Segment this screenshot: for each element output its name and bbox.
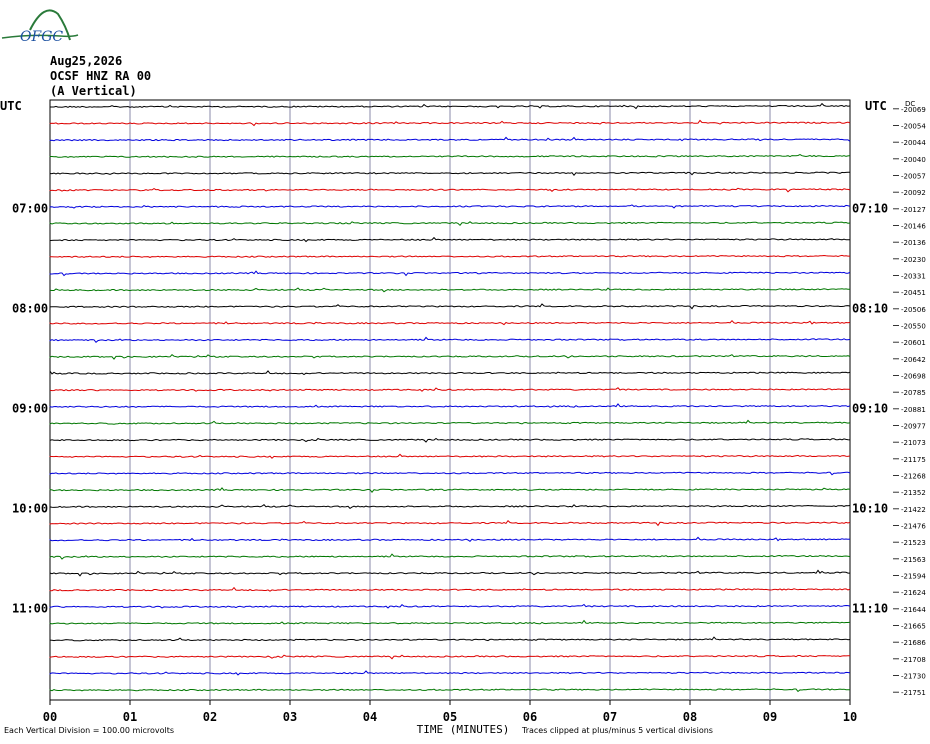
dc-value-label: -21594: [901, 573, 926, 581]
right-hour-label: 10:10: [852, 501, 888, 515]
x-tick-label: 10: [843, 710, 857, 724]
x-tick-label: 06: [523, 710, 537, 724]
helicorder-plot: 00 01 02 03 04 05 06 07 08 09 10 TIME (MINUTES) UTC U…: [0, 99, 926, 736]
right-hour-label: 11:10: [852, 601, 888, 615]
dc-value-label: -20054: [901, 123, 926, 131]
dc-value-label: -21073: [901, 439, 926, 447]
dc-value-label: -21175: [901, 456, 926, 464]
dc-value-label: -21730: [901, 673, 926, 681]
left-hour-label: 11:00: [12, 601, 48, 615]
clip-note: Traces clipped at plus/minus 5 vertical …: [522, 726, 713, 735]
dc-value-label: -20506: [901, 306, 926, 314]
dc-value-label: -21624: [901, 589, 926, 597]
left-hour-label: 09:00: [12, 401, 48, 415]
dc-value-label: -20127: [901, 206, 926, 214]
dc-value-label: -20785: [901, 389, 926, 397]
dc-value-label: -21751: [901, 689, 926, 697]
scale-note: Each Vertical Division = 100.00 microvol…: [4, 726, 175, 735]
right-hour-label: 07:10: [852, 201, 888, 215]
dc-value-label: -20977: [901, 423, 926, 431]
dc-value-label: -20057: [901, 173, 926, 181]
x-axis-label: TIME (MINUTES): [417, 723, 510, 736]
dc-value-label: -20698: [901, 373, 926, 381]
x-tick-label: 08: [683, 710, 697, 724]
dc-value-label: -20146: [901, 223, 926, 231]
left-timezone-label: UTC: [0, 99, 22, 113]
x-tick-label: 05: [443, 710, 457, 724]
dc-value-label: -20331: [901, 273, 926, 281]
dc-value-label: -20092: [901, 189, 926, 197]
x-tick-label: 09: [763, 710, 777, 724]
dc-value-label: -21563: [901, 556, 926, 564]
dc-value-label: -20550: [901, 323, 926, 331]
dc-value-label: -20040: [901, 156, 926, 164]
dc-value-label: -20881: [901, 406, 926, 414]
dc-value-label: -21476: [901, 523, 926, 531]
left-hour-label: 07:00: [12, 201, 48, 215]
plot-grid: [49, 99, 851, 705]
dc-value-label: -21665: [901, 623, 926, 631]
x-tick-label: 01: [123, 710, 137, 724]
left-hour-label: 08:00: [12, 301, 48, 315]
dc-value-label: -21352: [901, 489, 926, 497]
left-hour-label: 10:00: [12, 501, 48, 515]
dc-value-label: -20642: [901, 356, 926, 364]
dc-value-label: -21644: [901, 606, 926, 614]
x-tick-label: 03: [283, 710, 297, 724]
dc-value-label: -21708: [901, 656, 926, 664]
dc-value-label: -21686: [901, 639, 926, 647]
dc-value-label: -21523: [901, 539, 926, 547]
dc-value-label: -21422: [901, 506, 926, 514]
dc-value-label: -20451: [901, 289, 926, 297]
x-tick-label: 02: [203, 710, 217, 724]
axis-labels: 00 01 02 03 04 05 06 07 08 09 10 TIME (MINUTES) UTC U…: [0, 99, 926, 736]
dc-value-label: -20601: [901, 339, 926, 347]
right-hour-label: 09:10: [852, 401, 888, 415]
dc-value-label: -21268: [901, 473, 926, 481]
dc-value-label: -20044: [901, 139, 926, 147]
x-tick-label: 04: [363, 710, 377, 724]
dc-value-label: -20069: [901, 106, 926, 114]
dc-value-label: -20136: [901, 239, 926, 247]
dc-value-label: -20230: [901, 256, 926, 264]
right-timezone-label: UTC: [865, 99, 887, 113]
right-hour-label: 08:10: [852, 301, 888, 315]
x-tick-label: 00: [43, 710, 57, 724]
x-tick-label: 07: [603, 710, 617, 724]
